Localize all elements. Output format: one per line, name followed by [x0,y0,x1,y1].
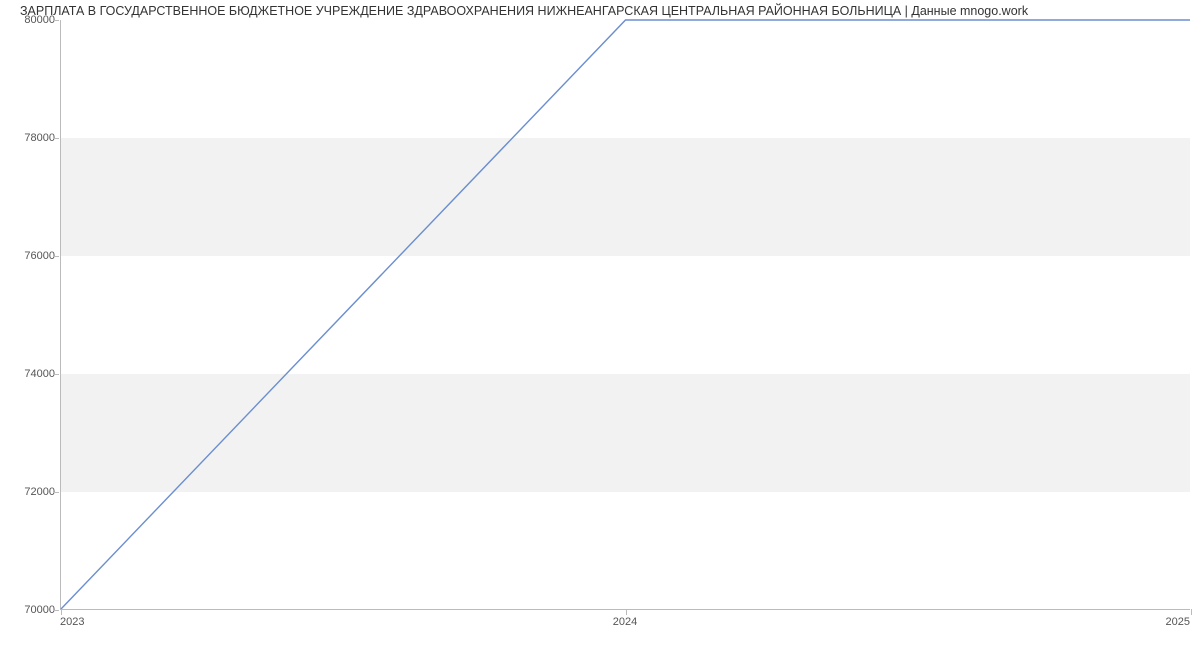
y-tick-label: 80000 [24,14,55,26]
x-axis-labels: 2023 2024 2025 [60,610,1190,630]
y-tick-label: 78000 [24,132,55,144]
y-tick [53,138,59,139]
y-tick [53,610,59,611]
x-tick-label: 2023 [60,616,84,628]
y-axis-labels: 700007200074000760007800080000 [0,20,55,610]
y-tick [53,20,59,21]
x-tick-label: 2025 [1166,616,1190,628]
plot-area [60,20,1190,610]
y-tick [53,374,59,375]
line-layer [61,20,1190,609]
salary-chart: ЗАРПЛАТА В ГОСУДАРСТВЕННОЕ БЮДЖЕТНОЕ УЧР… [0,0,1200,650]
y-tick-label: 76000 [24,250,55,262]
y-tick-label: 74000 [24,368,55,380]
y-tick [53,256,59,257]
salary-line [61,20,1190,609]
x-tick [1191,609,1192,615]
y-tick [53,492,59,493]
y-tick-label: 72000 [24,486,55,498]
x-tick-label: 2024 [613,616,637,628]
chart-title: ЗАРПЛАТА В ГОСУДАРСТВЕННОЕ БЮДЖЕТНОЕ УЧР… [20,4,1028,18]
y-tick-label: 70000 [24,604,55,616]
